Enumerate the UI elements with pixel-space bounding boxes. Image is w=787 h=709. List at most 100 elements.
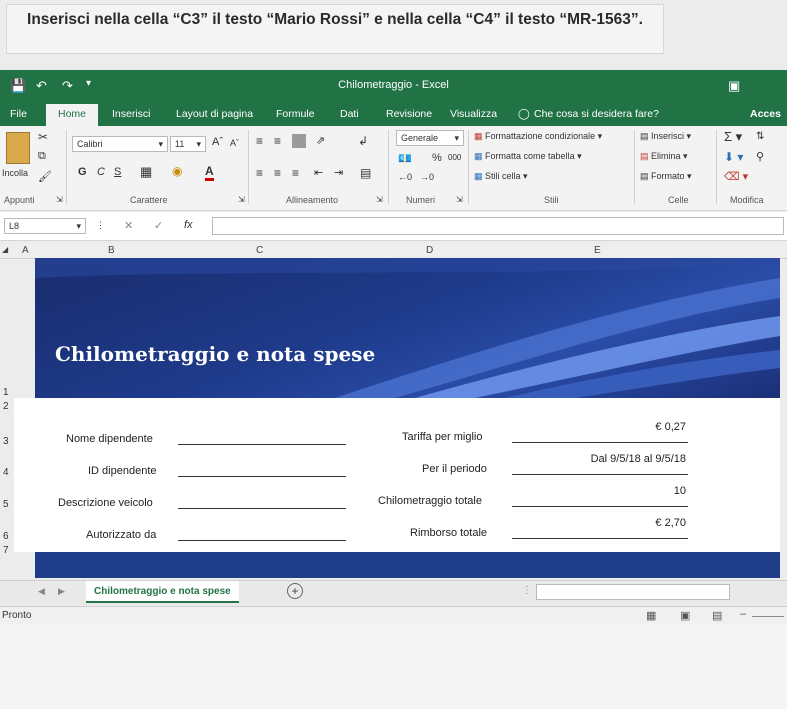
insert-cells-button[interactable]: ▤ Inserisci ▾ <box>640 131 691 142</box>
value-rate-per-mile[interactable]: € 0,27 <box>512 421 686 433</box>
grow-font-icon[interactable]: Aˆ <box>212 136 223 148</box>
cut-icon[interactable]: ✂ <box>38 130 48 144</box>
cells-group-label: Celle <box>668 195 689 205</box>
name-box[interactable]: L8 ▾ <box>4 218 86 234</box>
merge-center-icon[interactable]: ▤ <box>360 166 371 180</box>
column-header-c[interactable]: C <box>256 245 263 256</box>
align-center-icon[interactable]: ≡ <box>274 166 281 180</box>
tell-me-box[interactable]: Che cosa si desidera fare? <box>534 108 659 120</box>
paste-icon[interactable] <box>6 132 30 164</box>
paste-button[interactable]: Incolla <box>2 168 28 178</box>
cell-e4[interactable] <box>512 474 688 475</box>
prev-sheet-icon[interactable]: ◀ <box>38 586 45 597</box>
access-label[interactable]: Acces <box>750 108 781 120</box>
number-launcher-icon[interactable]: ⇲ <box>456 195 463 204</box>
enter-icon[interactable]: ✓ <box>154 219 163 232</box>
format-cells-button[interactable]: ▤ Formato ▾ <box>640 171 692 182</box>
label-vehicle-description: Descrizione veicolo <box>58 497 153 509</box>
label-period: Per il periodo <box>422 463 487 475</box>
italic-button[interactable]: C <box>97 166 105 178</box>
insert-function-button[interactable]: fx <box>184 219 193 231</box>
align-top-icon[interactable]: ≡ <box>256 134 263 148</box>
shrink-font-icon[interactable]: Aˇ <box>230 138 239 148</box>
zoom-slider[interactable] <box>752 616 784 617</box>
sort-filter-icon[interactable]: ⇅ <box>756 131 764 142</box>
value-total-reimbursement[interactable]: € 2,70 <box>512 517 686 529</box>
align-middle-icon[interactable]: ≡ <box>274 134 281 148</box>
zoom-out-icon[interactable]: – <box>740 608 746 620</box>
clipboard-launcher-icon[interactable]: ⇲ <box>56 195 63 204</box>
tab-home[interactable]: Home <box>46 104 99 126</box>
tab-view[interactable]: Visualizza <box>450 108 497 120</box>
decrease-decimal-icon[interactable]: →0 <box>420 172 434 182</box>
clear-icon[interactable]: ⌫ ▾ <box>724 170 748 183</box>
column-header-b[interactable]: B <box>108 245 115 256</box>
alignment-launcher-icon[interactable]: ⇲ <box>376 195 383 204</box>
tab-split-icon[interactable]: ⋮ <box>522 585 532 596</box>
font-launcher-icon[interactable]: ⇲ <box>238 195 245 204</box>
fill-icon[interactable]: ⬇ ▾ <box>724 150 743 164</box>
cell-c4[interactable] <box>178 476 346 477</box>
next-sheet-icon[interactable]: ▶ <box>58 586 65 597</box>
cell-c5[interactable] <box>178 508 346 509</box>
increase-indent-icon[interactable]: ⇥ <box>334 166 343 179</box>
cancel-icon[interactable]: ✕ <box>124 219 133 232</box>
value-period[interactable]: Dal 9/5/18 al 9/5/18 <box>512 453 686 465</box>
column-header-a[interactable]: A <box>22 245 29 256</box>
align-bottom-icon[interactable] <box>292 134 306 148</box>
font-color-icon[interactable]: A <box>205 164 214 181</box>
number-format-box[interactable]: Generale ▾ <box>396 130 464 146</box>
font-name-box[interactable]: Calibri ▾ <box>72 136 168 152</box>
copy-icon[interactable]: ⧉ <box>38 150 46 163</box>
sheet-grid[interactable]: Nome dipendente ID dipendente Descrizion… <box>14 398 780 552</box>
bold-button[interactable]: G <box>78 166 87 178</box>
percent-button[interactable]: % <box>432 152 442 164</box>
normal-view-icon[interactable]: ▦ <box>646 609 656 622</box>
thousands-button[interactable]: 000 <box>448 153 461 162</box>
tab-review[interactable]: Revisione <box>386 108 432 120</box>
tab-page-layout[interactable]: Layout di pagina <box>176 108 253 120</box>
footer-band <box>35 552 780 578</box>
tab-file[interactable]: File <box>10 108 27 120</box>
increase-decimal-icon[interactable]: ←0 <box>398 172 412 182</box>
cell-e5[interactable] <box>512 506 688 507</box>
new-sheet-icon[interactable]: + <box>287 583 303 599</box>
align-right-icon[interactable]: ≡ <box>292 166 299 180</box>
sheet-tab-mileage[interactable]: Chilometraggio e nota spese <box>86 581 239 603</box>
row-header-1[interactable]: 1 <box>0 387 17 398</box>
find-select-icon[interactable]: ⚲ <box>756 150 764 163</box>
format-as-table-button[interactable]: ▦ Formatta come tabella ▾ <box>474 151 582 162</box>
more-icon: ⋮ <box>96 220 105 230</box>
currency-icon[interactable]: 💶 <box>398 152 412 165</box>
page-layout-view-icon[interactable]: ▣ <box>680 609 690 622</box>
cell-e6[interactable] <box>512 538 688 539</box>
tab-data[interactable]: Dati <box>340 108 359 120</box>
orientation-icon[interactable]: ⇗ <box>316 134 325 147</box>
select-all-corner[interactable]: ◢ <box>2 245 8 254</box>
page-break-view-icon[interactable]: ▤ <box>712 609 722 622</box>
column-header-d[interactable]: D <box>426 245 433 256</box>
decrease-indent-icon[interactable]: ⇤ <box>314 166 323 179</box>
tab-formulas[interactable]: Formule <box>276 108 315 120</box>
cell-e3[interactable] <box>512 442 688 443</box>
format-painter-icon[interactable]: 🖌 <box>38 170 52 183</box>
wrap-text-icon[interactable]: ↲ <box>358 134 368 148</box>
borders-icon[interactable]: ▦ <box>140 164 152 180</box>
underline-button[interactable]: S <box>114 166 121 178</box>
value-total-mileage[interactable]: 10 <box>512 485 686 497</box>
font-size-box[interactable]: 11 ▾ <box>170 136 206 152</box>
conditional-formatting-button[interactable]: ▦ Formattazione condizionale ▾ <box>474 131 602 142</box>
cell-c3[interactable] <box>178 444 346 445</box>
ribbon-display-icon[interactable]: ▣ <box>728 78 740 94</box>
formula-input[interactable] <box>212 217 784 235</box>
cell-styles-button[interactable]: ▦ Stili cella ▾ <box>474 171 528 182</box>
tab-insert[interactable]: Inserisci <box>112 108 151 120</box>
fill-color-icon[interactable]: ◉ <box>172 164 182 178</box>
column-header-e[interactable]: E <box>594 245 601 256</box>
cell-c6[interactable] <box>178 540 346 541</box>
align-left-icon[interactable]: ≡ <box>256 166 263 180</box>
formula-bar: L8 ▾ ⋮ ✕ ✓ fx <box>0 212 787 241</box>
delete-cells-button[interactable]: ▤ Elimina ▾ <box>640 151 688 162</box>
autosum-icon[interactable]: Σ ▾ <box>724 129 742 145</box>
horizontal-scrollbar[interactable] <box>536 584 730 600</box>
